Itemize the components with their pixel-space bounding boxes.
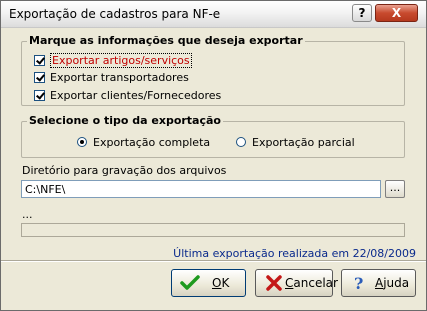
- cancel-button[interactable]: Cancelar: [255, 269, 338, 297]
- status-text: ...: [22, 208, 33, 221]
- browse-button[interactable]: ...: [385, 180, 405, 198]
- checkbox-checked-icon[interactable]: [34, 72, 45, 83]
- radio-selected-icon[interactable]: [77, 137, 87, 147]
- close-button[interactable]: X: [375, 4, 418, 22]
- help-button[interactable]: ? Ajuda: [341, 269, 416, 297]
- question-icon: ?: [358, 6, 366, 20]
- checkbox-label: Exportar clientes/Fornecedores: [50, 89, 222, 102]
- close-icon: X: [391, 6, 402, 20]
- export-dialog: Exportação de cadastros para NF-e ? X Ma…: [0, 0, 427, 311]
- radio-partial-export[interactable]: Exportação parcial: [236, 136, 355, 149]
- titlebar-help-button[interactable]: ?: [352, 4, 372, 22]
- export-info-group: Marque as informações que deseja exporta…: [21, 34, 405, 106]
- directory-label: Diretório para gravação dos arquivos: [22, 164, 227, 177]
- help-question-icon: ?: [354, 274, 363, 292]
- export-info-group-title: Marque as informações que deseja exporta…: [27, 34, 305, 47]
- cancel-button-label: Cancelar: [285, 276, 338, 290]
- directory-input[interactable]: [21, 180, 381, 198]
- checkbox-export-clients[interactable]: Exportar clientes/Fornecedores: [34, 89, 221, 102]
- checkbox-export-carriers[interactable]: Exportar transportadores: [34, 71, 189, 84]
- export-type-group-title: Selecione o tipo da exportação: [27, 114, 223, 127]
- help-button-label: Ajuda: [375, 276, 410, 290]
- ok-button-label: OK: [212, 276, 230, 290]
- radio-label: Exportação completa: [93, 136, 211, 149]
- cross-icon: [266, 275, 282, 291]
- last-export-info: Última exportação realizada em 22/08/200…: [173, 247, 416, 260]
- checkmark-icon: [180, 275, 200, 290]
- radio-label: Exportação parcial: [252, 136, 355, 149]
- checkbox-export-items[interactable]: Exportar artigos/serviços: [34, 53, 192, 68]
- ok-button[interactable]: OK: [171, 269, 246, 297]
- radio-full-export[interactable]: Exportação completa: [77, 136, 210, 149]
- title-bar[interactable]: Exportação de cadastros para NF-e ? X: [1, 1, 426, 28]
- window-title: Exportação de cadastros para NF-e: [9, 7, 221, 21]
- checkbox-checked-icon[interactable]: [34, 90, 45, 101]
- export-type-group: Selecione o tipo da exportação Exportaçã…: [21, 114, 405, 158]
- svg-text:?: ?: [354, 274, 363, 292]
- checkbox-label: Exportar artigos/serviços: [50, 53, 192, 68]
- divider: [1, 261, 426, 262]
- checkbox-label: Exportar transportadores: [50, 71, 189, 84]
- radio-unselected-icon[interactable]: [236, 137, 246, 147]
- progress-bar: [21, 223, 405, 237]
- checkbox-checked-icon[interactable]: [34, 55, 45, 66]
